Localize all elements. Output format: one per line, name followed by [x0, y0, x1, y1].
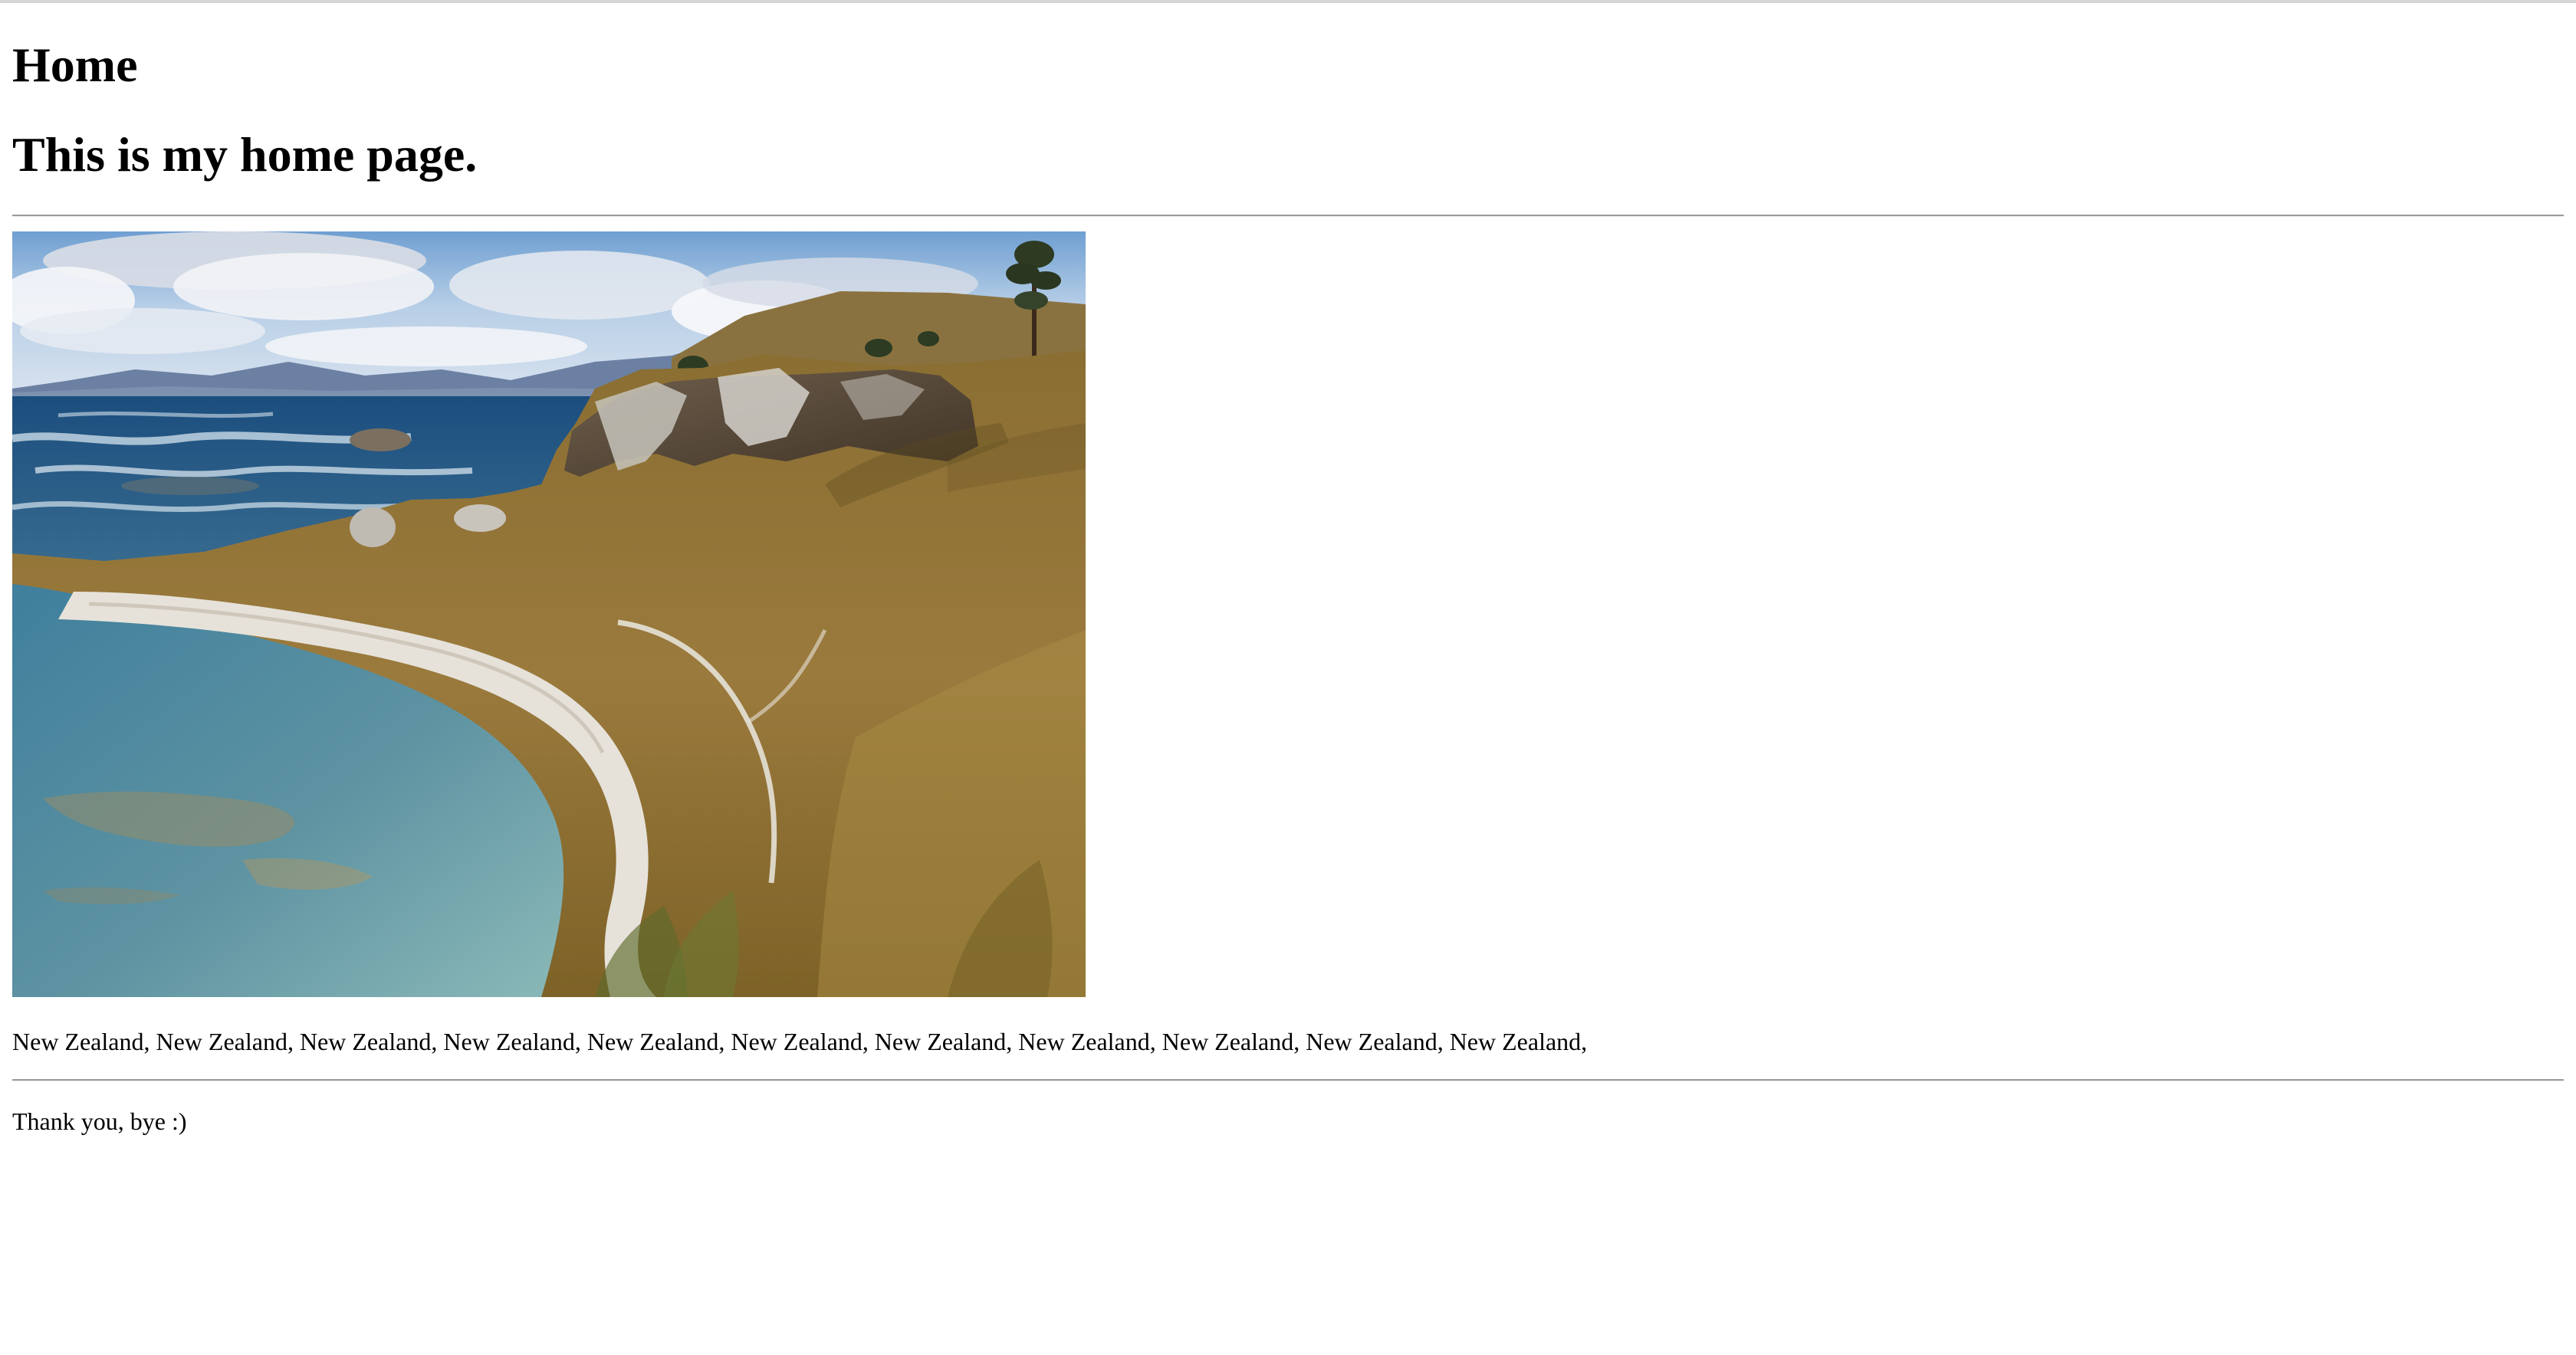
top-border [0, 0, 2576, 3]
coastal-landscape-image [12, 231, 1086, 997]
page-title: Home [12, 38, 138, 92]
divider-top [12, 215, 2564, 217]
page-subtitle: This is my home page. [12, 127, 478, 182]
places-text: New Zealand, New Zealand, New Zealand, N… [12, 1028, 1588, 1055]
divider-bottom [12, 1079, 2564, 1081]
closing-text: Thank you, bye :) [12, 1107, 187, 1135]
